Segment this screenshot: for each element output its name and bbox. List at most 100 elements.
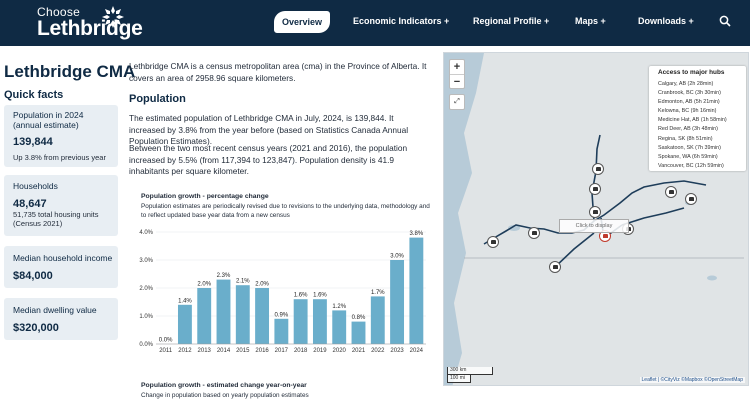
zoom-control: + − bbox=[449, 59, 465, 89]
hub-marker[interactable] bbox=[589, 183, 601, 195]
fact-card-income: Median household income $84,000 bbox=[4, 246, 118, 288]
nav-regional-profile[interactable]: Regional Profile + bbox=[473, 16, 549, 26]
fact-value: $84,000 bbox=[13, 270, 53, 282]
choose-lethbridge-logo[interactable]: Choose Lethbridge bbox=[37, 6, 143, 40]
hub-item: Regina, SK (8h 51min) bbox=[658, 135, 713, 142]
hub-item: Calgary, AB (2h 28min) bbox=[658, 81, 714, 87]
x-tick-label: 2021 bbox=[352, 348, 366, 354]
nav-overview-tab[interactable]: Overview bbox=[274, 11, 330, 33]
x-tick-label: 2018 bbox=[294, 348, 308, 354]
nav-maps[interactable]: Maps + bbox=[575, 16, 606, 26]
bar-data-label: 3.8% bbox=[410, 231, 424, 237]
nav-downloads[interactable]: Downloads + bbox=[638, 16, 694, 26]
fact-sub: Up 3.8% from previous year bbox=[13, 153, 106, 162]
logo-line2: Lethbridge bbox=[37, 17, 143, 40]
x-tick-label: 2024 bbox=[410, 348, 424, 354]
x-tick-label: 2020 bbox=[333, 348, 347, 354]
population-paragraph-2: Between the two most recent census years… bbox=[129, 143, 408, 176]
top-navigation-bar: Choose Lethbridge Overview Economic Indi… bbox=[0, 0, 750, 46]
scale-bar-mi: 100 mi bbox=[447, 375, 471, 383]
bar bbox=[332, 310, 347, 344]
hub-item: Edmonton, AB (5h 21min) bbox=[658, 99, 720, 106]
bar-data-label: 2.0% bbox=[197, 282, 211, 288]
population-heading: Population bbox=[129, 93, 186, 105]
bar bbox=[216, 279, 231, 344]
fact-card-households: Households 48,647 51,735 total housing u… bbox=[4, 175, 118, 236]
bar bbox=[274, 318, 289, 344]
bar-data-label: 2.3% bbox=[217, 273, 231, 279]
x-tick-label: 2012 bbox=[178, 348, 192, 354]
fact-value: 139,844 bbox=[13, 136, 53, 148]
bar-data-label: 2.0% bbox=[255, 282, 269, 288]
hub-marker[interactable] bbox=[528, 227, 540, 239]
scale-bar-km: 300 km bbox=[447, 367, 493, 375]
chart2-subtitle: Change in population based on yearly pop… bbox=[141, 392, 309, 399]
fact-value: $320,000 bbox=[13, 322, 59, 334]
bar bbox=[293, 299, 308, 344]
bar bbox=[177, 304, 192, 344]
map-attribution[interactable]: Leaflet | ©CityViz ©Mapbox ©OpenStreetMa… bbox=[639, 377, 745, 383]
x-tick-label: 2016 bbox=[255, 348, 269, 354]
fact-label: Median household income bbox=[13, 253, 113, 263]
y-tick-label: 2.0% bbox=[139, 286, 153, 292]
x-tick-label: 2011 bbox=[159, 348, 173, 354]
bar bbox=[235, 285, 250, 344]
hub-item: Red Deer, AB (3h 48min) bbox=[658, 126, 718, 133]
bar-data-label: 0.8% bbox=[352, 315, 366, 321]
population-growth-chart: 0.0% 1.0% 2.0% 3.0% 4.0% 0.0% 2011 1.4% 2012 2.0%… bbox=[139, 230, 426, 354]
hub-marker[interactable] bbox=[592, 163, 604, 175]
x-tick-label: 2023 bbox=[390, 348, 404, 354]
x-tick-label: 2013 bbox=[198, 348, 212, 354]
x-tick-label: 2022 bbox=[371, 348, 385, 354]
fullscreen-button[interactable]: ⤢ bbox=[449, 94, 465, 110]
hub-marker[interactable] bbox=[549, 261, 561, 273]
y-tick-label: 0.0% bbox=[139, 342, 153, 348]
fact-label: Median dwelling value bbox=[13, 305, 97, 315]
hubs-list: Calgary, AB (2h 28min) Cranbrook, BC (3h… bbox=[658, 80, 727, 171]
bar-data-label: 1.6% bbox=[294, 293, 308, 299]
page-title: Lethbridge CMA bbox=[4, 62, 136, 81]
bar-data-label: 2.1% bbox=[236, 279, 250, 285]
fact-label: Population in 2024 (annual estimate) bbox=[13, 110, 84, 130]
hub-item: Cranbrook, BC (3h 30min) bbox=[658, 90, 721, 97]
chart1-subtitle: Population estimates are periodically re… bbox=[141, 203, 430, 219]
y-tick-label: 3.0% bbox=[139, 258, 153, 264]
click-tooltip: Click to display bbox=[559, 219, 629, 233]
hub-marker[interactable] bbox=[487, 236, 499, 248]
zoom-out-button[interactable]: − bbox=[450, 74, 464, 88]
bar-data-label: 0.0% bbox=[159, 338, 173, 344]
bar-data-label: 3.0% bbox=[390, 254, 404, 260]
nav-economic-indicators[interactable]: Economic Indicators + bbox=[353, 16, 449, 26]
chart2-title: Population growth - estimated change yea… bbox=[141, 382, 307, 389]
hubs-legend: Access to major hubs Calgary, AB (2h 28m… bbox=[649, 66, 746, 171]
hub-item: Medicine Hat, AB (1h 58min) bbox=[658, 117, 727, 124]
intro-text: Lethbridge CMA is a census metropolitan … bbox=[129, 61, 427, 83]
hub-item: Saskatoon, SK (7h 39min) bbox=[658, 144, 721, 151]
hub-item: Kelowna, BC (9h 16min) bbox=[658, 108, 717, 115]
chart1-title: Population growth - percentage change bbox=[141, 193, 269, 200]
quick-facts-heading: Quick facts bbox=[4, 89, 64, 101]
fact-card-population: Population in 2024 (annual estimate) 139… bbox=[4, 105, 118, 167]
bar bbox=[197, 288, 212, 344]
fact-card-dwelling: Median dwelling value $320,000 bbox=[4, 298, 118, 340]
hub-marker[interactable] bbox=[589, 206, 601, 218]
hub-item: Spokane, WA (6h 59min) bbox=[658, 153, 718, 160]
hub-item: Vancouver, BC (12h 59min) bbox=[658, 162, 724, 169]
hub-marker[interactable] bbox=[665, 186, 677, 198]
zoom-in-button[interactable]: + bbox=[450, 60, 464, 74]
search-icon[interactable] bbox=[719, 15, 731, 27]
hub-marker[interactable] bbox=[685, 193, 697, 205]
bar-data-label: 1.2% bbox=[332, 304, 346, 310]
bar bbox=[312, 299, 327, 344]
bar-data-label: 1.6% bbox=[313, 293, 327, 299]
hubs-title: Access to major hubs bbox=[658, 69, 725, 76]
bar-data-label: 1.7% bbox=[371, 290, 385, 296]
snowflake-logo-icon bbox=[102, 6, 124, 28]
bar bbox=[255, 288, 270, 344]
x-tick-label: 2015 bbox=[236, 348, 250, 354]
bar bbox=[409, 237, 424, 344]
bar-data-label: 0.9% bbox=[275, 312, 289, 318]
fact-value: 48,647 bbox=[13, 198, 47, 210]
bar bbox=[351, 321, 366, 344]
map-panel[interactable]: + − ⤢ Click to display Access to major h… bbox=[443, 52, 749, 386]
